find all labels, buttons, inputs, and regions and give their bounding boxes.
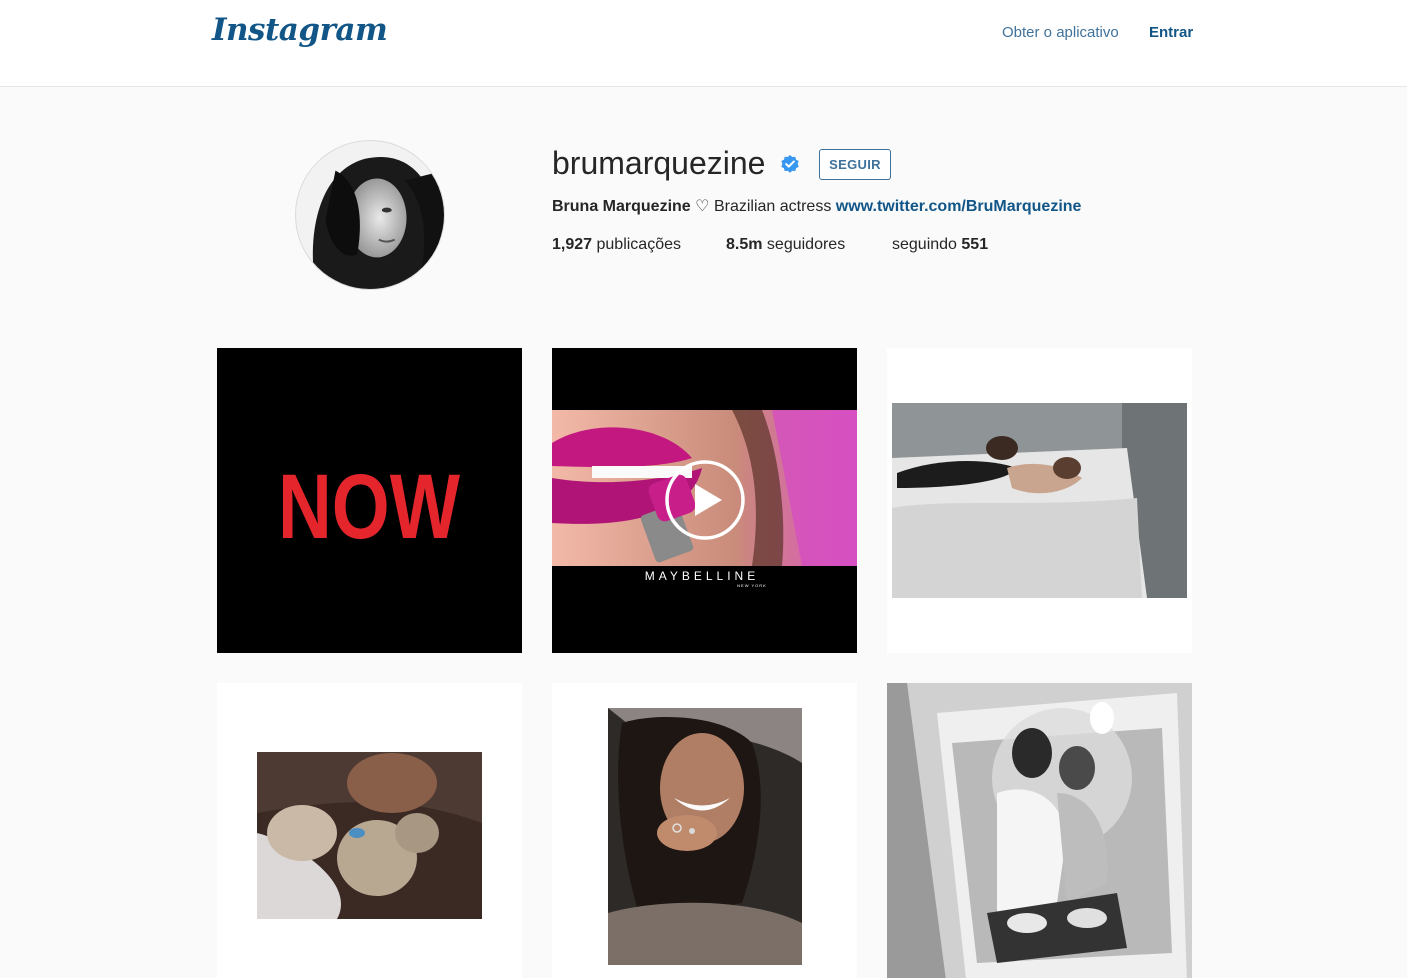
follow-button[interactable]: SEGUIR xyxy=(819,149,891,180)
profile-full-name: Bruna Marquezine xyxy=(552,198,691,215)
profile-avatar xyxy=(295,140,445,290)
profile-bio: Bruna Marquezine ♡ Brazilian actress www… xyxy=(552,197,1081,217)
post-2-brand-subtext: NEW YORK xyxy=(737,583,767,588)
stat-following[interactable]: seguindo 551 xyxy=(892,235,988,255)
post-2-brand-text: MAYBELLINE xyxy=(645,569,759,583)
verified-badge-icon xyxy=(781,155,799,173)
bio-text: Brazilian actress xyxy=(713,198,832,215)
get-app-link[interactable]: Obter o aplicativo xyxy=(1002,24,1119,41)
stat-posts: 1,927 publicações xyxy=(552,235,681,255)
posts-label: publicações xyxy=(596,236,682,253)
following-count: 551 xyxy=(961,236,989,253)
post-tile-3[interactable] xyxy=(887,348,1192,653)
following-label: seguindo xyxy=(892,236,957,253)
post-tile-1[interactable]: NOW xyxy=(217,348,522,653)
posts-count: 1,927 xyxy=(552,236,593,253)
instagram-logo[interactable]: Instagram xyxy=(212,12,388,48)
heart-icon: ♡ xyxy=(695,198,710,215)
top-bar: Instagram Obter o aplicativo Entrar xyxy=(0,0,1407,87)
post-1-text: NOW xyxy=(278,456,460,558)
post-tile-4[interactable] xyxy=(217,683,522,978)
followers-label: seguidores xyxy=(766,236,846,253)
post-tile-2[interactable]: MAYBELLINE NEW YORK xyxy=(552,348,857,653)
profile-username: brumarquezine xyxy=(552,145,766,181)
post-tile-5[interactable] xyxy=(552,683,857,978)
post-tile-6[interactable] xyxy=(887,683,1192,978)
login-link[interactable]: Entrar xyxy=(1149,24,1193,41)
followers-count: 8.5m xyxy=(726,236,763,253)
stat-followers[interactable]: 8.5m seguidores xyxy=(726,235,845,255)
profile-external-link[interactable]: www.twitter.com/BruMarquezine xyxy=(836,198,1082,215)
